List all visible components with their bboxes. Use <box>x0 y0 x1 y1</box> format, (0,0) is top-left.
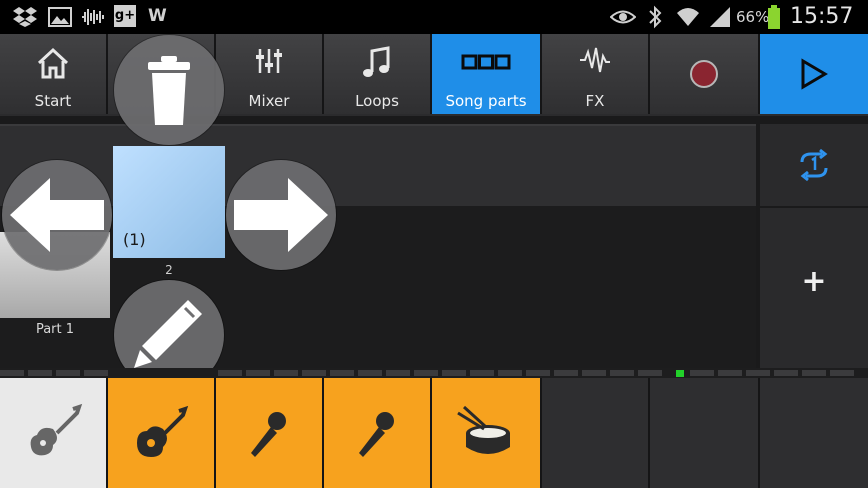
trash-icon <box>148 56 190 125</box>
instrument-slot-empty-1[interactable] <box>542 378 650 488</box>
start-button[interactable]: Start <box>0 34 108 114</box>
signal-icon <box>708 6 732 32</box>
play-button[interactable] <box>760 34 868 114</box>
part-2-tile[interactable]: (1) <box>113 146 225 258</box>
part-2-label: 2 <box>165 263 173 277</box>
electric-guitar-icon <box>30 403 83 456</box>
instrument-slot-empty-3[interactable] <box>760 378 868 488</box>
instrument-electric-guitar[interactable] <box>0 378 108 488</box>
w-icon: W <box>148 6 167 26</box>
loop-toggle-button[interactable] <box>760 124 868 206</box>
record-button[interactable] <box>650 34 760 114</box>
part-2-repeat-count: (1) <box>123 230 146 249</box>
google-plus-icon: g+ <box>114 5 136 27</box>
fx-wave-icon <box>580 47 610 73</box>
instrument-drums[interactable] <box>432 378 542 488</box>
dropbox-icon <box>12 6 38 32</box>
add-part-plus: + <box>801 264 827 299</box>
mixer-label: Mixer <box>248 92 290 110</box>
battery-icon <box>768 5 780 33</box>
instrument-vocal-2[interactable] <box>324 378 432 488</box>
song-parts-label: Song parts <box>445 92 527 110</box>
instrument-vocal-1[interactable] <box>216 378 324 488</box>
gallery-icon <box>48 6 72 32</box>
clock-time: 15:57 <box>790 4 854 29</box>
wifi-icon <box>675 5 701 31</box>
mixer-icon <box>256 49 282 73</box>
add-part-button[interactable]: + <box>760 208 868 368</box>
loops-button[interactable]: Loops <box>324 34 432 114</box>
microphone-icon <box>251 412 286 457</box>
mixer-button[interactable]: Mixer <box>216 34 324 114</box>
bluetooth-icon <box>648 5 662 33</box>
drum-icon <box>457 405 510 454</box>
battery-percent: 66% <box>736 8 770 26</box>
song-parts-icon <box>461 54 511 70</box>
music-note-icon <box>363 46 390 77</box>
fx-label: FX <box>585 92 605 110</box>
eye-icon <box>609 8 637 30</box>
acoustic-guitar-icon <box>137 405 189 457</box>
song-parts-button[interactable]: Song parts <box>432 34 542 114</box>
move-right-button[interactable] <box>226 160 336 270</box>
loop-1-icon <box>800 148 828 182</box>
status-bar: g+ W 66% 15:57 <box>0 0 868 34</box>
part-1-label: Part 1 <box>35 322 75 337</box>
start-label: Start <box>34 92 72 110</box>
instrument-bar <box>0 378 868 488</box>
playhead-marker <box>676 370 684 377</box>
delete-part-button[interactable] <box>114 35 224 145</box>
instrument-slot-empty-2[interactable] <box>650 378 760 488</box>
move-left-button[interactable] <box>2 160 112 270</box>
timeline-bar <box>0 368 868 378</box>
instrument-acoustic-guitar[interactable] <box>108 378 216 488</box>
soundwave-icon <box>80 6 106 32</box>
microphone-icon <box>359 412 394 457</box>
play-icon <box>801 58 828 90</box>
loops-label: Loops <box>355 92 399 110</box>
home-icon <box>37 47 69 79</box>
record-icon <box>690 60 718 88</box>
fx-button[interactable]: FX <box>542 34 650 114</box>
arrow-left-icon <box>10 178 104 252</box>
arrow-right-icon <box>234 178 328 252</box>
